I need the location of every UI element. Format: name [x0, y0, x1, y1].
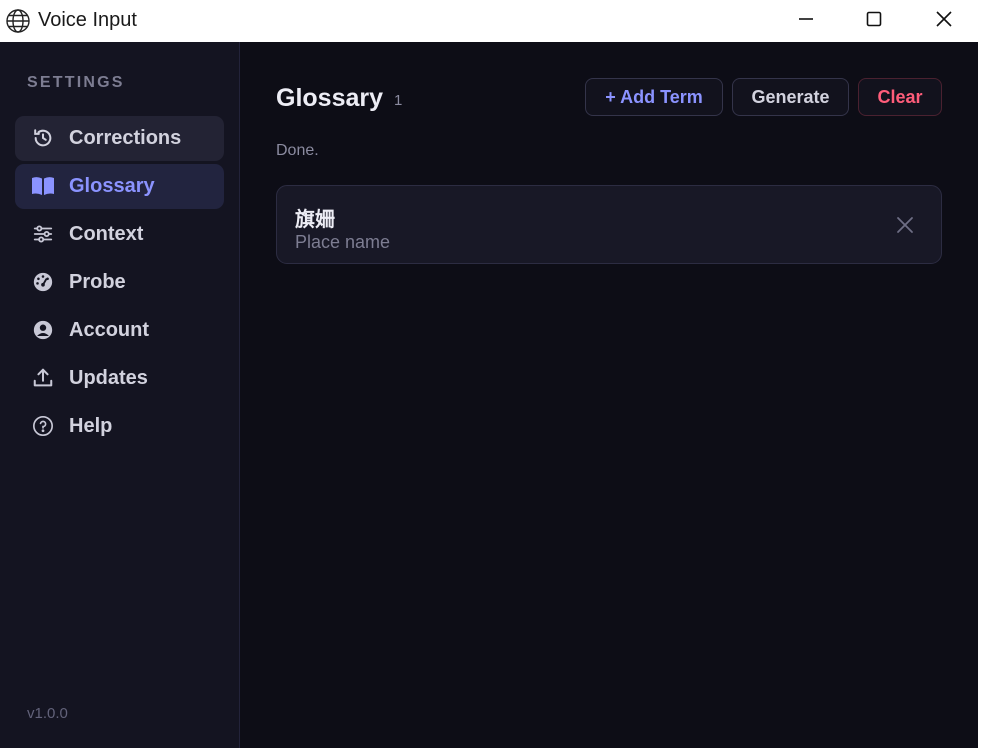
sidebar: SETTINGS Corrections Glossary Context Pr… [0, 42, 240, 748]
maximize-icon [866, 11, 882, 32]
sidebar-item-label: Account [69, 319, 149, 341]
term-description: Place name [295, 232, 391, 252]
gauge-icon [31, 270, 55, 294]
app-version: v1.0.0 [27, 705, 68, 722]
sidebar-item-glossary[interactable]: Glossary [15, 164, 224, 209]
book-icon [31, 174, 55, 198]
sidebar-item-corrections[interactable]: Corrections [15, 116, 224, 161]
sidebar-item-probe[interactable]: Probe [15, 260, 224, 305]
glossary-term-card: 旗姍 Place name [276, 185, 942, 264]
clear-button[interactable]: Clear [858, 78, 942, 116]
sliders-icon [31, 222, 55, 246]
sidebar-section-label: SETTINGS [27, 74, 125, 91]
sidebar-item-label: Context [69, 223, 144, 245]
generate-button[interactable]: Generate [732, 78, 849, 116]
sidebar-item-label: Probe [69, 271, 126, 293]
status-text: Done. [276, 142, 319, 159]
app-window: SETTINGS Corrections Glossary Context Pr… [0, 42, 978, 748]
upload-icon [31, 366, 55, 390]
sidebar-item-updates[interactable]: Updates [15, 356, 224, 401]
sidebar-item-label: Help [69, 415, 113, 437]
close-window-button[interactable] [910, 0, 978, 42]
page-title: Glossary [276, 84, 384, 112]
sidebar-item-account[interactable]: Account [15, 308, 224, 353]
add-term-button[interactable]: + Add Term [585, 78, 723, 116]
minimize-icon [798, 11, 814, 32]
window-titlebar: Voice Input [0, 0, 978, 42]
window-title: Voice Input [38, 9, 137, 31]
sidebar-nav: Corrections Glossary Context Probe Accou… [15, 116, 224, 452]
globe-icon [5, 8, 31, 34]
minimize-button[interactable] [772, 0, 840, 42]
sidebar-item-help[interactable]: Help [15, 404, 224, 449]
user-circle-icon [31, 318, 55, 342]
term-count: 1 [394, 92, 403, 109]
sidebar-item-context[interactable]: Context [15, 212, 224, 257]
sidebar-item-label: Glossary [69, 175, 155, 197]
close-icon [935, 10, 953, 33]
glossary-panel: Glossary 1 + Add Term Generate Clear Don… [276, 42, 942, 748]
sidebar-item-label: Corrections [69, 127, 182, 149]
help-circle-icon [31, 414, 55, 438]
history-icon [31, 126, 55, 150]
remove-term-icon[interactable] [895, 215, 915, 235]
term-word: 旗姍 [295, 207, 335, 231]
maximize-button[interactable] [840, 0, 908, 42]
sidebar-item-label: Updates [69, 367, 148, 389]
